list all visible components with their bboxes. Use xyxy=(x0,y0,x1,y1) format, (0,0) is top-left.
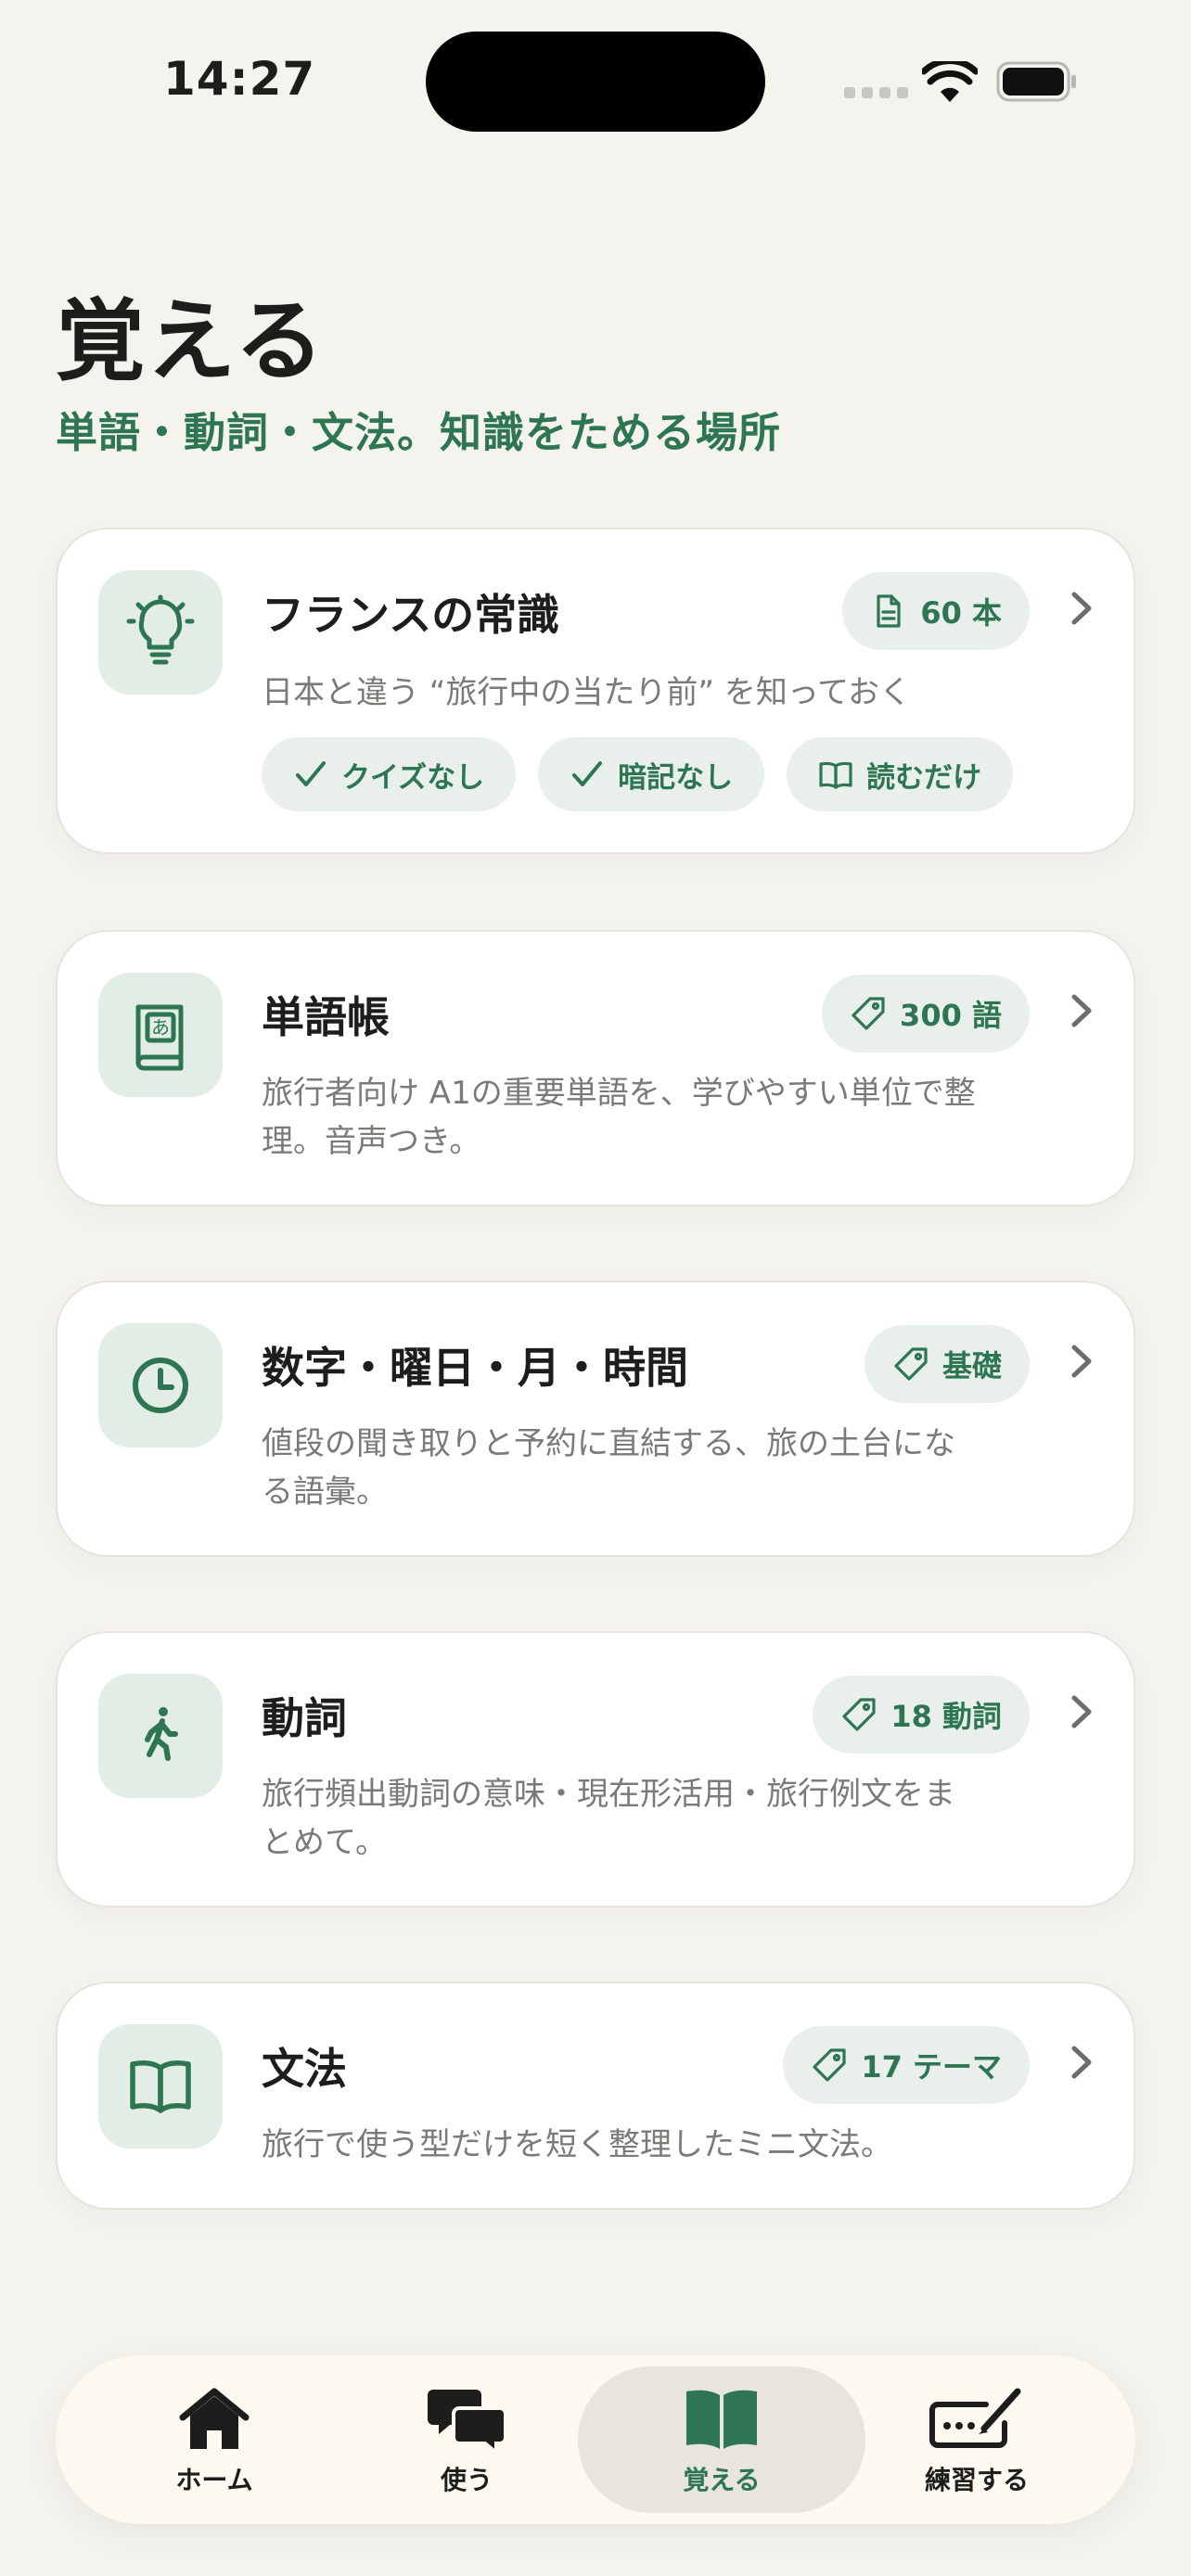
badge-label: 17 テーマ xyxy=(861,2049,1002,2085)
card-description: 旅行で使う型だけを短く整理したミニ文法。 xyxy=(262,2126,892,2163)
tag-icon xyxy=(842,1698,876,1731)
dictionary-icon: あ xyxy=(98,973,223,1097)
svg-text:あ: あ xyxy=(151,1016,170,1039)
count-badge: 300 語 xyxy=(822,975,1030,1052)
card-description: 旅行頻出動詞の意味・現在形活用・旅行例文をまとめて。 xyxy=(262,1776,955,1861)
walking-person-icon xyxy=(98,1674,223,1798)
card-title: フランスの常識 xyxy=(262,590,560,640)
badge-label: 18 動詞 xyxy=(890,1699,1002,1734)
chevron-right-icon xyxy=(1071,592,1092,625)
card-vocabulary[interactable]: あ 単語帳 300 語 旅行者向け A1の重要単語を、学びやすい単位で整理。音声… xyxy=(56,930,1135,1206)
card-title: 数字・曜日・月・時間 xyxy=(262,1343,688,1393)
tab-label: ホーム xyxy=(175,2465,253,2495)
chat-bubbles-icon xyxy=(428,2390,506,2456)
card-description: 旅行者向け A1の重要単語を、学びやすい単位で整理。音声つき。 xyxy=(262,1075,976,1160)
check-icon xyxy=(572,761,603,786)
feature-chips: クイズなし 暗記なし 読むだけ xyxy=(262,737,1014,811)
tag-icon xyxy=(813,2048,846,2082)
page-title: 覚える xyxy=(56,289,327,393)
tab-practice[interactable]: 練習する xyxy=(833,2366,1121,2513)
page-subtitle: 単語・動詞・文法。知識をためる場所 xyxy=(56,408,782,457)
chip-label: クイズなし xyxy=(341,760,485,795)
card-grammar[interactable]: 文法 17 テーマ 旅行で使う型だけを短く整理したミニ文法。 xyxy=(56,1982,1135,2210)
chevron-right-icon xyxy=(1071,1695,1092,1728)
tab-label: 使う xyxy=(440,2465,493,2495)
chip-no-quiz: クイズなし xyxy=(262,737,517,811)
wifi-icon xyxy=(922,61,978,102)
tab-label: 練習する xyxy=(924,2465,1029,2495)
card-france-common-sense[interactable]: フランスの常識 60 本 日本と違う “旅行中の当たり前” を知っておく クイズ… xyxy=(56,528,1135,854)
chip-no-memorization: 暗記なし xyxy=(538,737,765,811)
count-badge: 17 テーマ xyxy=(783,2026,1030,2104)
pen-keyboard-icon xyxy=(929,2388,1021,2448)
count-badge: 18 動詞 xyxy=(813,1676,1030,1753)
book-icon xyxy=(686,2390,757,2449)
open-book-icon xyxy=(98,2024,223,2149)
clock-icon xyxy=(98,1323,223,1447)
card-title: 単語帳 xyxy=(262,992,390,1042)
status-time: 14:27 xyxy=(163,52,316,106)
badge-label: 基礎 xyxy=(941,1348,1002,1384)
tab-home[interactable]: ホーム xyxy=(70,2366,358,2513)
chevron-right-icon xyxy=(1071,994,1092,1027)
chevron-right-icon xyxy=(1071,2046,1092,2079)
tag-icon xyxy=(852,997,885,1030)
badge-label: 300 語 xyxy=(900,998,1002,1033)
card-title: 動詞 xyxy=(262,1693,347,1743)
open-book-icon xyxy=(819,761,852,789)
check-icon xyxy=(296,761,326,786)
level-badge: 基礎 xyxy=(864,1325,1030,1403)
card-description: 値段の聞き取りと予約に直結する、旅の土台になる語彙。 xyxy=(262,1425,955,1511)
document-icon xyxy=(877,594,901,628)
card-numbers-days-months-time[interactable]: 数字・曜日・月・時間 基礎 値段の聞き取りと予約に直結する、旅の土台になる語彙。 xyxy=(56,1281,1135,1557)
home-icon xyxy=(179,2388,250,2449)
card-title: 文法 xyxy=(262,2044,347,2094)
tag-icon xyxy=(894,1347,928,1381)
battery-icon xyxy=(996,61,1076,102)
badge-label: 60 本 xyxy=(920,595,1002,631)
count-badge: 60 本 xyxy=(842,572,1030,650)
card-verbs[interactable]: 動詞 18 動詞 旅行頻出動詞の意味・現在形活用・旅行例文をまとめて。 xyxy=(56,1631,1135,1907)
tab-use[interactable]: 使う xyxy=(323,2366,610,2513)
tab-label: 覚える xyxy=(683,2465,761,2495)
status-bar: 14:27 xyxy=(0,0,1191,167)
chip-read-only: 読むだけ xyxy=(787,737,1014,811)
tab-learn[interactable]: 覚える xyxy=(578,2366,865,2513)
chip-label: 暗記なし xyxy=(618,760,734,795)
tab-bar: ホーム 使う 覚える 練習する xyxy=(56,2355,1135,2524)
cellular-signal-icon xyxy=(844,87,908,98)
chevron-right-icon xyxy=(1071,1345,1092,1378)
chip-label: 読むだけ xyxy=(866,760,982,795)
lightbulb-icon xyxy=(98,570,223,695)
dynamic-island xyxy=(426,32,765,132)
card-description: 日本と違う “旅行中の当たり前” を知っておく xyxy=(262,674,912,711)
